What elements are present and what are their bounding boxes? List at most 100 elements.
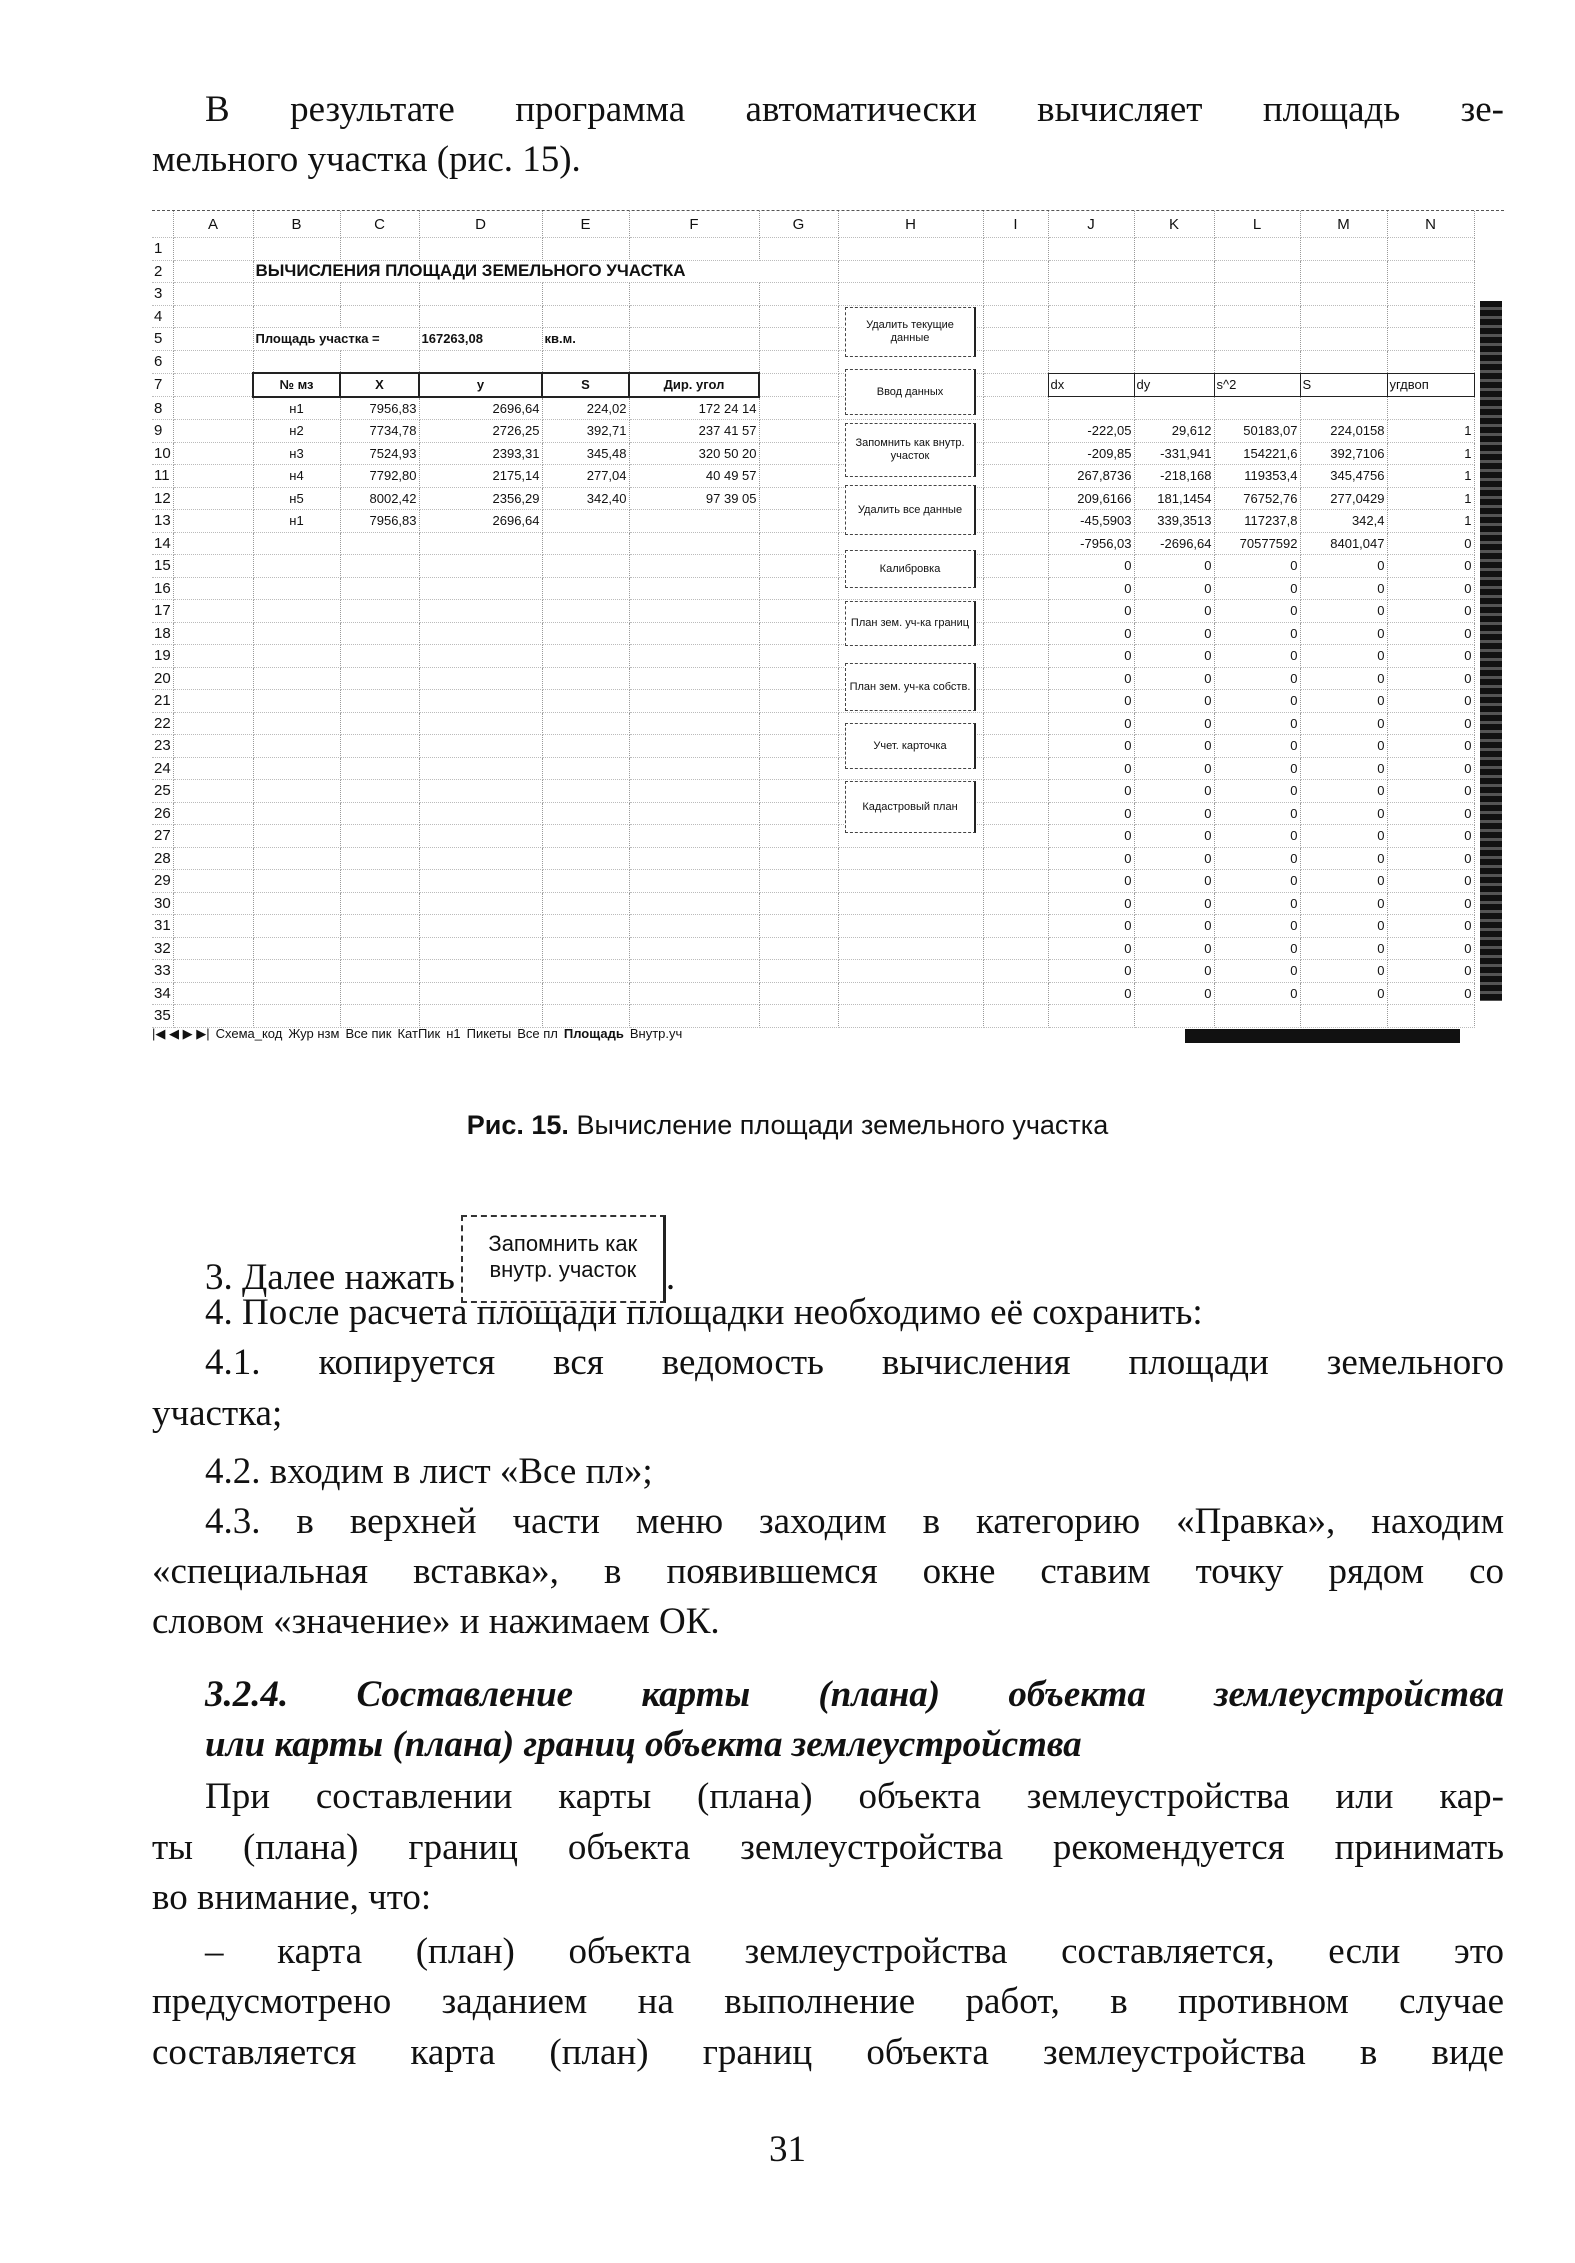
cell[interactable]: 0 — [1300, 937, 1388, 960]
table-header[interactable]: S — [1299, 372, 1388, 397]
cell[interactable] — [542, 1004, 630, 1028]
cell[interactable] — [759, 305, 839, 328]
cell[interactable] — [629, 532, 760, 555]
cell[interactable] — [1134, 260, 1215, 283]
cell[interactable] — [629, 1004, 760, 1028]
cell[interactable] — [838, 982, 984, 1005]
cell[interactable] — [983, 1004, 1049, 1028]
cell[interactable]: 0 — [1300, 847, 1388, 870]
cell[interactable] — [629, 350, 760, 374]
cell[interactable] — [629, 622, 760, 645]
cell[interactable]: 0 — [1134, 712, 1215, 735]
area-value[interactable]: 167263,08 — [419, 327, 543, 351]
cell[interactable] — [340, 959, 420, 983]
cell[interactable] — [542, 712, 630, 735]
cell[interactable] — [983, 487, 1049, 510]
cell[interactable] — [629, 982, 760, 1005]
cell[interactable] — [983, 689, 1049, 713]
cell[interactable] — [542, 237, 630, 261]
cell[interactable] — [253, 554, 341, 578]
cell[interactable] — [542, 959, 630, 983]
cell[interactable] — [253, 237, 341, 261]
cell[interactable] — [542, 689, 630, 713]
cell[interactable] — [1387, 282, 1475, 306]
cell[interactable] — [419, 959, 543, 983]
cell[interactable] — [629, 757, 760, 780]
cell[interactable] — [173, 869, 254, 893]
cell[interactable] — [983, 305, 1049, 328]
cell[interactable]: 8002,42 — [340, 487, 420, 510]
cell[interactable]: 0 — [1387, 622, 1475, 645]
cell[interactable]: 0 — [1134, 869, 1215, 893]
cell[interactable] — [759, 487, 839, 510]
cell[interactable] — [340, 937, 420, 960]
cell[interactable] — [419, 667, 543, 690]
cell[interactable] — [629, 577, 760, 600]
cell[interactable] — [340, 824, 420, 848]
cell[interactable] — [173, 667, 254, 690]
cell[interactable] — [173, 577, 254, 600]
table-header[interactable]: X — [339, 372, 420, 398]
cell[interactable]: 40 49 57 — [629, 464, 760, 488]
cell[interactable] — [340, 757, 420, 780]
cell[interactable] — [629, 599, 760, 623]
cell[interactable]: 0 — [1048, 622, 1135, 645]
cell[interactable] — [419, 914, 543, 938]
cell[interactable] — [1214, 237, 1301, 261]
tab-navigation-arrows[interactable]: |◀ ◀ ▶ ▶| — [152, 1026, 210, 1041]
cell[interactable] — [1300, 237, 1388, 261]
cell[interactable] — [838, 937, 984, 960]
cell[interactable] — [983, 442, 1049, 465]
cell[interactable] — [983, 757, 1049, 780]
cell[interactable] — [983, 396, 1049, 420]
row-number[interactable]: 23 — [152, 734, 174, 758]
cell[interactable] — [1300, 396, 1388, 420]
cell[interactable] — [983, 892, 1049, 915]
cell[interactable] — [253, 734, 341, 758]
row-number[interactable]: 15 — [152, 554, 174, 578]
cell[interactable] — [983, 779, 1049, 803]
cell[interactable] — [419, 847, 543, 870]
cell[interactable] — [173, 350, 254, 374]
table-header[interactable]: угдвоп — [1386, 372, 1475, 397]
cell[interactable] — [759, 847, 839, 870]
cell[interactable] — [983, 237, 1049, 261]
cell[interactable] — [340, 689, 420, 713]
cell[interactable]: 342,40 — [542, 487, 630, 510]
cell[interactable] — [340, 712, 420, 735]
cell[interactable]: 0 — [1048, 802, 1135, 825]
row-number[interactable]: 35 — [152, 1004, 174, 1028]
cell[interactable]: 0 — [1214, 757, 1301, 780]
cell[interactable] — [253, 757, 341, 780]
cell[interactable] — [419, 779, 543, 803]
cell[interactable]: 0 — [1048, 779, 1135, 803]
cell[interactable] — [629, 509, 760, 533]
cell[interactable]: 0 — [1387, 599, 1475, 623]
cell[interactable]: 0 — [1134, 554, 1215, 578]
cell[interactable]: 277,04 — [542, 464, 630, 488]
cell[interactable]: 117237,8 — [1214, 509, 1301, 533]
cell[interactable] — [983, 959, 1049, 983]
cell[interactable] — [340, 532, 420, 555]
cell[interactable] — [542, 869, 630, 893]
cell[interactable] — [340, 914, 420, 938]
cell[interactable]: 0 — [1048, 689, 1135, 713]
sheet-tab[interactable]: Жур нзм — [288, 1026, 339, 1041]
cell[interactable]: 2696,64 — [419, 396, 543, 420]
cell[interactable] — [253, 712, 341, 735]
cell[interactable] — [629, 305, 760, 328]
cell[interactable]: 0 — [1214, 959, 1301, 983]
cell[interactable]: 0 — [1214, 734, 1301, 758]
row-number[interactable]: 4 — [152, 305, 174, 328]
cell[interactable]: 0 — [1300, 577, 1388, 600]
cell[interactable] — [759, 689, 839, 713]
cell[interactable] — [173, 532, 254, 555]
cell[interactable] — [629, 667, 760, 690]
cell[interactable] — [253, 350, 341, 374]
cell[interactable] — [1214, 260, 1301, 283]
cell[interactable] — [419, 282, 543, 306]
cell[interactable] — [340, 869, 420, 893]
cell[interactable] — [983, 282, 1049, 306]
cell[interactable]: 0 — [1214, 914, 1301, 938]
cell[interactable]: 339,3513 — [1134, 509, 1215, 533]
